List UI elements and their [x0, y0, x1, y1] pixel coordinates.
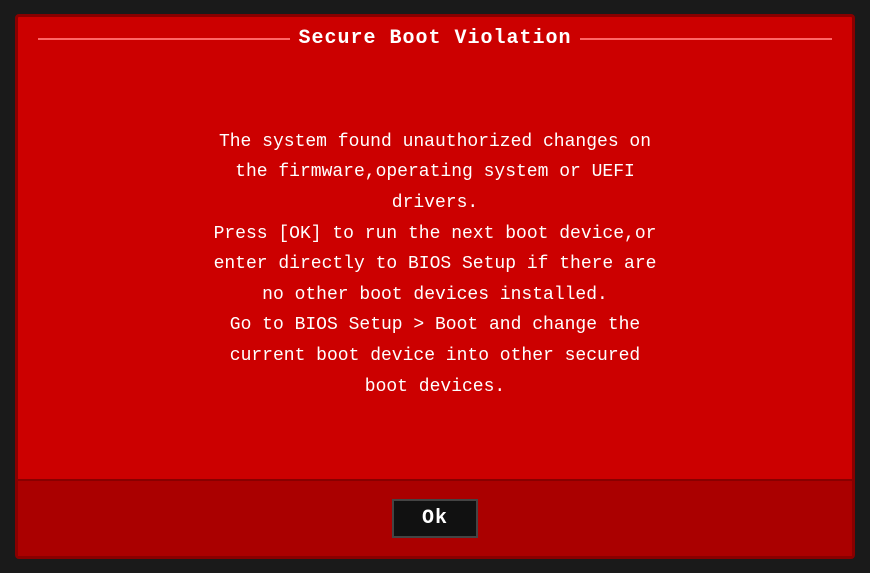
- window-title: Secure Boot Violation: [298, 27, 571, 50]
- message-line8: current boot device into other secured: [230, 346, 640, 366]
- message-area: The system found unauthorized changes on…: [18, 60, 852, 479]
- message-line7: Go to BIOS Setup > Boot and change the: [230, 315, 640, 335]
- message-line4: Press [OK] to run the next boot device,o…: [214, 224, 657, 244]
- message-line3: drivers.: [392, 193, 478, 213]
- message-line6: no other boot devices installed.: [262, 285, 608, 305]
- title-line-right: [580, 38, 832, 40]
- title-bar: Secure Boot Violation: [18, 17, 852, 60]
- button-area: Ok: [18, 479, 852, 556]
- message-line5: enter directly to BIOS Setup if there ar…: [214, 254, 657, 274]
- message-body: The system found unauthorized changes on…: [214, 127, 657, 402]
- message-line2: the firmware,operating system or UEFI: [235, 162, 635, 182]
- title-line-left: [38, 38, 290, 40]
- message-line9: boot devices.: [365, 377, 505, 397]
- message-line1: The system found unauthorized changes on: [219, 132, 651, 152]
- secure-boot-violation-screen: Secure Boot Violation The system found u…: [15, 14, 855, 559]
- ok-button[interactable]: Ok: [392, 499, 478, 538]
